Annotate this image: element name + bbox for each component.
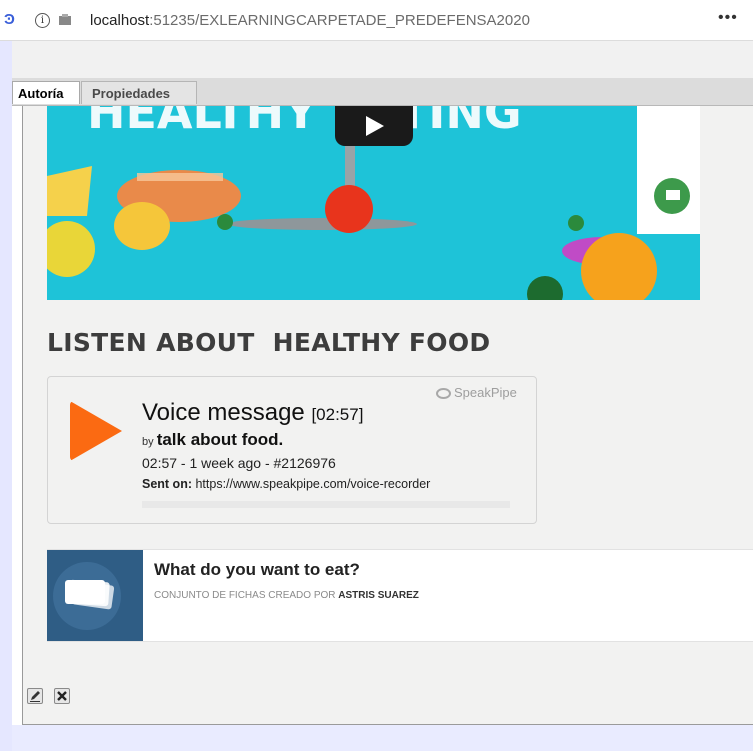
voice-message-title: Voice message [02:57] (142, 399, 363, 427)
flashcard-thumbnail (47, 550, 143, 641)
flashcard-subtitle-prefix: CONJUNTO DE FICHAS CREADO POR (154, 590, 336, 601)
voice-title-text: Voice message (142, 399, 305, 426)
speakpipe-logo-icon (436, 388, 451, 399)
more-menu-icon[interactable]: ••• (718, 9, 738, 27)
page-icon (59, 14, 71, 25)
browser-url-bar: Ͽ i localhost:51235/EXLEARNINGCARPETADE_… (0, 0, 753, 41)
voice-duration: [02:57] (311, 405, 364, 424)
sent-label: Sent on: (142, 477, 192, 491)
video-play-button[interactable] (335, 106, 413, 146)
tab-propiedades[interactable]: Propiedades (81, 81, 197, 104)
authoring-panel: HEALTHY EATING LISTEN ABOUT HEALTHY FOOD… (22, 106, 753, 725)
cards-icon (53, 562, 121, 630)
by-label: by (142, 436, 154, 448)
video-thumbnail[interactable]: HEALTHY EATING (47, 106, 700, 300)
browser-back-icon[interactable]: Ͽ (4, 11, 15, 28)
delete-block-button[interactable] (54, 688, 70, 704)
bottom-band (12, 725, 753, 751)
speakpipe-voice-widget: SpeakPipe Voice message [02:57] by talk … (47, 376, 537, 524)
info-icon[interactable]: i (35, 13, 50, 28)
voice-author: talk about food. (156, 430, 284, 449)
address-field[interactable]: localhost:51235/EXLEARNINGCARPETADE_PRED… (90, 12, 530, 29)
flashcard-set-card[interactable]: What do you want to eat? CONJUNTO DE FIC… (47, 549, 753, 642)
voice-progress-bar[interactable] (142, 501, 510, 508)
voice-play-icon[interactable] (70, 401, 122, 461)
toolbar-strip (12, 41, 753, 78)
speakpipe-brand-label: SpeakPipe (454, 385, 517, 400)
flashcard-subtitle: CONJUNTO DE FICHAS CREADO POR ASTRIS SUA… (154, 590, 419, 601)
flashcard-title[interactable]: What do you want to eat? (154, 560, 360, 580)
voice-meta: 02:57 - 1 week ago - #2126976 (142, 455, 336, 471)
voice-author-line: by talk about food. (142, 430, 283, 450)
play-icon (366, 116, 384, 136)
url-path: :51235/EXLEARNINGCARPETADE_PREDEFENSA202… (149, 12, 530, 29)
speakpipe-brand: SpeakPipe (436, 385, 517, 400)
tab-bar: Autoría Propiedades (12, 78, 753, 106)
url-host: localhost (90, 12, 150, 29)
flashcard-author: ASTRIS SUAREZ (338, 590, 419, 601)
left-rail (0, 41, 12, 751)
close-icon (57, 691, 67, 701)
section-heading: LISTEN ABOUT HEALTHY FOOD (47, 328, 491, 357)
sent-url-link[interactable]: https://www.speakpipe.com/voice-recorder (195, 477, 430, 491)
pencil-icon (30, 691, 40, 702)
video-title-text: HEALTHY EATING (87, 106, 522, 139)
edit-block-button[interactable] (27, 688, 43, 704)
tab-autoria[interactable]: Autoría (12, 81, 80, 104)
voice-sent-line: Sent on: https://www.speakpipe.com/voice… (142, 477, 430, 491)
